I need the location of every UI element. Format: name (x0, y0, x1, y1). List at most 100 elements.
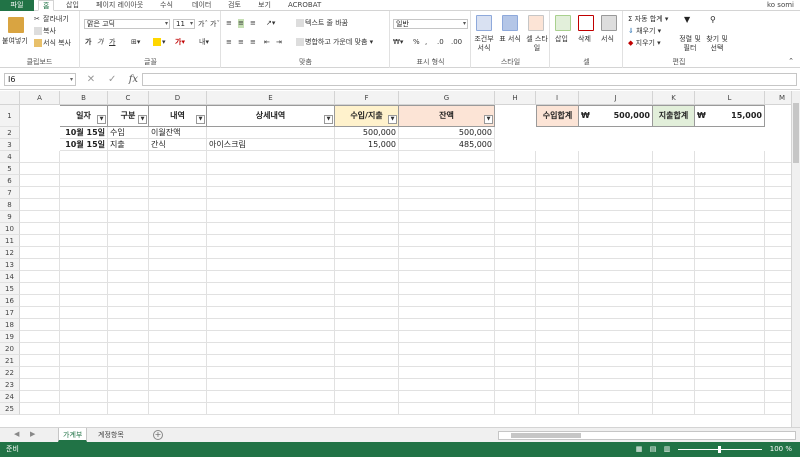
empty-cell[interactable] (149, 331, 207, 343)
empty-cell[interactable] (60, 259, 108, 271)
tab-review[interactable]: 검토 (224, 0, 245, 11)
empty-cell[interactable] (60, 235, 108, 247)
empty-cell[interactable] (60, 295, 108, 307)
empty-cell[interactable] (579, 199, 653, 211)
underline-button[interactable]: 가 (109, 38, 115, 47)
empty-cell[interactable] (536, 259, 579, 271)
user-name[interactable]: ko somi (767, 0, 794, 11)
header-balance[interactable]: 잔액 ▼ (399, 105, 495, 127)
table-cell[interactable] (207, 127, 335, 139)
empty-cell[interactable] (207, 151, 335, 163)
align-top-button[interactable]: ≡ (226, 19, 232, 28)
align-center-button[interactable]: ≡ (238, 38, 244, 47)
empty-cell[interactable] (399, 319, 495, 331)
empty-cell[interactable] (695, 247, 765, 259)
empty-cell[interactable] (579, 151, 653, 163)
header-detail[interactable]: 상세내역 ▼ (207, 105, 335, 127)
tab-data[interactable]: 데이터 (188, 0, 215, 11)
empty-cell[interactable] (536, 355, 579, 367)
conditional-format-button[interactable]: 조건부 서식 (472, 35, 496, 53)
empty-cell[interactable] (335, 235, 399, 247)
empty-cell[interactable] (20, 295, 60, 307)
column-header[interactable]: G (399, 91, 495, 105)
empty-cell[interactable] (399, 283, 495, 295)
row-header[interactable]: 15 (0, 283, 20, 295)
empty-cell[interactable] (495, 163, 536, 175)
delete-cells-button[interactable]: 삭제 (578, 35, 591, 44)
row-header[interactable]: 9 (0, 211, 20, 223)
income-total-cell[interactable]: ₩500,000 (579, 105, 653, 127)
empty-cell[interactable] (495, 223, 536, 235)
empty-cell[interactable] (653, 331, 695, 343)
expense-total-cell[interactable]: ₩15,000 (695, 105, 765, 127)
italic-button[interactable]: 가 (97, 38, 103, 47)
empty-cell[interactable] (20, 199, 60, 211)
income-total-label[interactable]: 수입합계 (536, 105, 579, 127)
fill-button[interactable]: ⇓ 채우기 ▾ (628, 27, 661, 36)
empty-cell[interactable] (695, 187, 765, 199)
empty-cell[interactable] (695, 319, 765, 331)
empty-cell[interactable] (335, 271, 399, 283)
empty-cell[interactable] (495, 175, 536, 187)
normal-view-icon[interactable]: ▦ (632, 442, 646, 457)
spreadsheet-grid[interactable]: ABCDEFGHIJKLM 1 2 3 4 5 6 7 8 9 10 11 12 13 14 15 16 17 1… (0, 91, 800, 427)
empty-cell[interactable] (579, 163, 653, 175)
row-header[interactable]: 2 (0, 127, 20, 139)
empty-cell[interactable] (653, 163, 695, 175)
format-painter-button[interactable]: 서식 복사 (34, 39, 71, 48)
empty-cell[interactable] (536, 403, 579, 415)
empty-cell[interactable] (335, 403, 399, 415)
column-header[interactable]: E (207, 91, 335, 105)
empty-cell[interactable] (149, 223, 207, 235)
empty-cell[interactable] (335, 391, 399, 403)
empty-cell[interactable] (579, 223, 653, 235)
empty-cell[interactable] (653, 247, 695, 259)
empty-cell[interactable] (108, 319, 149, 331)
empty-cell[interactable] (536, 175, 579, 187)
column-header[interactable]: L (695, 91, 765, 105)
row-header[interactable]: 3 (0, 139, 20, 151)
next-sheet-icon[interactable]: ▶ (30, 430, 35, 438)
page-break-view-icon[interactable]: ▥ (660, 442, 674, 457)
merge-center-button[interactable]: 병합하고 가운데 맞춤 ▾ (296, 38, 373, 47)
percent-button[interactable]: % (413, 38, 420, 47)
empty-cell[interactable] (495, 283, 536, 295)
empty-cell[interactable] (695, 367, 765, 379)
row-header[interactable]: 10 (0, 223, 20, 235)
zoom-level[interactable]: 100 % (770, 442, 792, 457)
add-sheet-icon[interactable]: + (153, 430, 163, 440)
empty-cell[interactable] (207, 259, 335, 271)
empty-cell[interactable] (335, 379, 399, 391)
empty-cell[interactable] (653, 175, 695, 187)
row-header[interactable]: 18 (0, 319, 20, 331)
empty-cell[interactable] (653, 343, 695, 355)
empty-cell[interactable] (207, 199, 335, 211)
page-layout-view-icon[interactable]: ▤ (646, 442, 660, 457)
empty-cell[interactable] (207, 331, 335, 343)
empty-cell[interactable] (579, 211, 653, 223)
zoom-slider-knob[interactable] (718, 446, 721, 453)
empty-cell[interactable] (149, 187, 207, 199)
empty-cell[interactable] (399, 259, 495, 271)
empty-cell[interactable] (399, 163, 495, 175)
empty-cell[interactable] (579, 367, 653, 379)
empty-cell[interactable] (399, 211, 495, 223)
row-header[interactable]: 6 (0, 175, 20, 187)
empty-cell[interactable] (108, 403, 149, 415)
empty-cell[interactable] (335, 367, 399, 379)
empty-cell[interactable] (653, 367, 695, 379)
empty-cell[interactable] (536, 163, 579, 175)
empty-cell[interactable] (20, 259, 60, 271)
table-cell[interactable]: 간식 (149, 139, 207, 151)
tab-insert[interactable]: 삽입 (62, 0, 83, 11)
empty-cell[interactable] (495, 343, 536, 355)
empty-cell[interactable] (149, 235, 207, 247)
filter-dropdown-icon[interactable]: ▼ (196, 115, 205, 124)
empty-cell[interactable] (20, 163, 60, 175)
empty-cell[interactable] (20, 211, 60, 223)
empty-cell[interactable] (149, 199, 207, 211)
empty-cell[interactable] (536, 271, 579, 283)
empty-cell[interactable] (695, 283, 765, 295)
empty-cell[interactable] (335, 151, 399, 163)
row-header[interactable]: 23 (0, 379, 20, 391)
